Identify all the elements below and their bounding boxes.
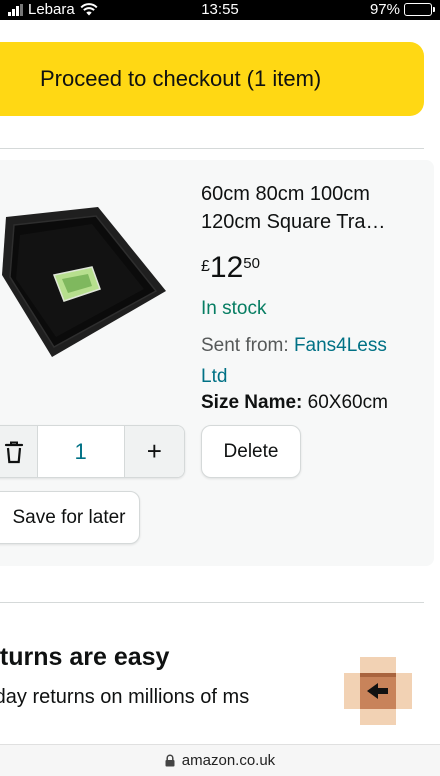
price-whole: 12 bbox=[209, 251, 244, 284]
product-price: £ 12 50 bbox=[201, 252, 260, 284]
quantity-stepper: 1 + bbox=[0, 425, 185, 478]
product-title-line2: 120cm Square Tra… bbox=[201, 211, 386, 233]
returns-box-icon bbox=[344, 657, 412, 725]
quantity-value[interactable]: 1 bbox=[38, 426, 124, 477]
delete-button[interactable]: Delete bbox=[201, 425, 301, 478]
remove-item-button[interactable] bbox=[0, 426, 38, 477]
status-right: 97% bbox=[369, 1, 435, 18]
save-for-later-button[interactable]: Save for later bbox=[0, 491, 140, 544]
url-text: amazon.co.uk bbox=[181, 752, 276, 769]
product-title[interactable]: 60cm 80cm 100cm 120cm Square Tra… bbox=[201, 180, 426, 236]
battery-percent: 97% bbox=[369, 1, 400, 18]
size-label: Size Name: bbox=[201, 392, 303, 413]
trash-icon bbox=[4, 441, 23, 463]
battery-icon bbox=[404, 3, 435, 16]
stock-status: In stock bbox=[201, 298, 267, 319]
increase-quantity-button[interactable]: + bbox=[123, 426, 184, 477]
status-bar: Lebara 13:55 97% bbox=[0, 0, 440, 20]
product-title-line1: 60cm 80cm 100cm bbox=[201, 183, 370, 205]
price-symbol: £ bbox=[201, 258, 210, 275]
returns-text: -day returns on millions of ms bbox=[0, 686, 250, 708]
price-fraction: 50 bbox=[243, 255, 260, 272]
sent-from: Sent from: Fans4Less Ltd bbox=[201, 330, 416, 392]
returns-title: eturns are easy bbox=[0, 643, 170, 671]
size-info: Size Name: 60X60cm bbox=[201, 392, 388, 414]
divider-bottom bbox=[0, 602, 424, 603]
plus-icon: + bbox=[146, 436, 162, 466]
size-value: 60X60cm bbox=[307, 392, 388, 413]
proceed-to-checkout-button[interactable]: Proceed to checkout (1 item) bbox=[0, 42, 424, 116]
product-image[interactable] bbox=[0, 205, 170, 365]
url-bar[interactable]: amazon.co.uk bbox=[0, 744, 440, 776]
lock-icon bbox=[165, 754, 175, 767]
sent-from-label: Sent from: bbox=[201, 335, 289, 356]
divider-top bbox=[0, 148, 424, 149]
